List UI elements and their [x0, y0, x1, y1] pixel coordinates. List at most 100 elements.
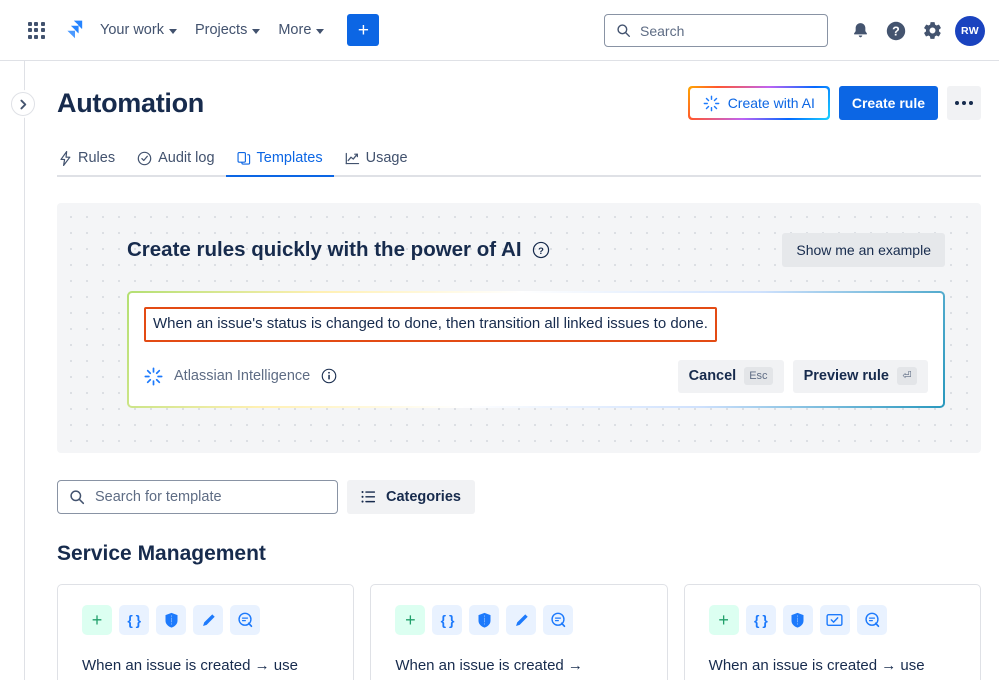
jira-logo-icon[interactable]	[57, 13, 91, 47]
ai-panel-title-group: Create rules quickly with the power of A…	[127, 238, 550, 262]
shield-icon	[156, 605, 186, 635]
tab-rules[interactable]: Rules	[57, 144, 126, 175]
ai-rule-creation-panel: Create rules quickly with the power of A…	[57, 203, 981, 453]
global-search-input[interactable]: Search	[604, 14, 828, 47]
template-filter-row: Search for template Categories	[57, 480, 981, 514]
search-icon	[69, 489, 85, 505]
categories-button[interactable]: Categories	[347, 480, 475, 514]
template-card-icons: + { }	[395, 605, 642, 635]
top-navigation-bar: Your work Projects More + Search	[0, 0, 999, 61]
template-card-icons: + { }	[709, 605, 956, 635]
nav-item-more-label: More	[278, 22, 311, 38]
tab-audit-log-label: Audit log	[158, 150, 214, 166]
expand-sidebar-button[interactable]	[11, 92, 35, 116]
sidebar-collapsed-rail	[0, 61, 25, 680]
list-icon	[361, 490, 376, 504]
cancel-shortcut-badge: Esc	[744, 367, 772, 385]
more-dot	[955, 101, 959, 105]
search-icon	[616, 23, 631, 38]
tab-audit-log[interactable]: Audit log	[126, 144, 225, 175]
help-icon[interactable]: ?	[880, 15, 912, 47]
template-card[interactable]: + { }	[370, 584, 667, 680]
copy-icon	[237, 151, 251, 166]
bolt-icon	[59, 151, 72, 166]
shield-icon	[783, 605, 813, 635]
user-avatar[interactable]: RW	[955, 16, 985, 46]
atlassian-intelligence-label: Atlassian Intelligence	[174, 368, 310, 384]
braces-icon: { }	[119, 605, 149, 635]
page-body: Automation	[0, 61, 999, 680]
more-dot	[962, 101, 966, 105]
top-nav-right-group: Search ? RW	[604, 0, 985, 61]
template-card-text: When an issue is created → use	[82, 655, 329, 677]
more-dot	[969, 101, 973, 105]
page-header: Automation	[57, 61, 981, 120]
clock-check-icon	[137, 151, 152, 166]
app-switcher-grid	[28, 22, 45, 39]
ai-sparkle-icon	[703, 95, 720, 112]
svg-text:?: ?	[892, 24, 900, 38]
preview-rule-button[interactable]: Preview rule ⏎	[793, 360, 928, 393]
preview-shortcut-badge: ⏎	[897, 367, 917, 385]
shield-icon	[469, 605, 499, 635]
tab-usage[interactable]: Usage	[334, 144, 419, 175]
ai-panel-header: Create rules quickly with the power of A…	[127, 233, 945, 267]
create-with-ai-button[interactable]: Create with AI	[688, 86, 830, 120]
nav-item-your-work[interactable]: Your work	[91, 15, 186, 45]
ai-panel-title: Create rules quickly with the power of A…	[127, 238, 522, 262]
global-search-placeholder: Search	[640, 23, 684, 39]
comment-icon	[230, 605, 260, 635]
template-card[interactable]: + { }	[57, 584, 354, 680]
ai-prompt-footer: Atlassian Intelligence Cancel Esc	[144, 360, 928, 393]
more-actions-button[interactable]	[947, 86, 981, 120]
cancel-button[interactable]: Cancel Esc	[678, 360, 784, 393]
create-rule-button[interactable]: Create rule	[839, 86, 938, 120]
page-header-actions: Create with AI Create rule	[688, 86, 981, 120]
checkbox-icon	[820, 605, 850, 635]
nav-item-your-work-label: Your work	[100, 22, 164, 38]
ai-prompt-card: When an issue's status is changed to don…	[127, 291, 945, 408]
braces-icon: { }	[746, 605, 776, 635]
template-search-placeholder: Search for template	[95, 489, 222, 505]
page-title: Automation	[57, 88, 204, 119]
global-create-button[interactable]: +	[347, 14, 379, 46]
chevron-down-icon	[316, 29, 324, 34]
notifications-icon[interactable]	[844, 15, 876, 47]
top-nav-left-group: Your work Projects More +	[20, 13, 379, 47]
preview-rule-button-label: Preview rule	[804, 368, 889, 384]
chart-line-icon	[345, 151, 360, 166]
show-me-an-example-button[interactable]: Show me an example	[782, 233, 945, 267]
plus-icon: +	[709, 605, 739, 635]
nav-item-more[interactable]: More	[269, 15, 333, 45]
template-card[interactable]: + { }	[684, 584, 981, 680]
tab-templates[interactable]: Templates	[226, 144, 334, 175]
ai-prompt-input[interactable]: When an issue's status is changed to don…	[144, 307, 717, 342]
template-card-icons: + { }	[82, 605, 329, 635]
ai-prompt-actions: Cancel Esc Preview rule ⏎	[678, 360, 928, 393]
chevron-down-icon	[252, 29, 260, 34]
help-circle-icon[interactable]: ?	[532, 241, 550, 259]
chevron-right-icon	[19, 99, 28, 110]
tab-rules-label: Rules	[78, 150, 115, 166]
atlassian-intelligence-label-group: Atlassian Intelligence	[144, 367, 337, 386]
plus-icon: +	[395, 605, 425, 635]
braces-icon: { }	[432, 605, 462, 635]
section-title-service-management: Service Management	[57, 542, 981, 566]
template-search-input[interactable]: Search for template	[57, 480, 338, 514]
main-content: Automation	[25, 61, 999, 680]
info-circle-icon[interactable]	[321, 368, 337, 384]
automation-tabs: Rules Audit log Templates	[57, 144, 981, 177]
tab-usage-label: Usage	[366, 150, 408, 166]
pencil-icon	[193, 605, 223, 635]
create-with-ai-label: Create with AI	[728, 95, 815, 111]
tab-templates-label: Templates	[257, 150, 323, 166]
app-switcher-icon[interactable]	[20, 14, 52, 46]
comment-icon	[857, 605, 887, 635]
template-card-grid: + { }	[57, 584, 981, 680]
template-card-text: When an issue is created →	[395, 655, 642, 677]
nav-item-projects[interactable]: Projects	[186, 15, 269, 45]
settings-icon[interactable]	[916, 15, 948, 47]
ai-sparkle-icon	[144, 367, 163, 386]
svg-text:?: ?	[538, 246, 544, 257]
cancel-button-label: Cancel	[689, 368, 737, 384]
